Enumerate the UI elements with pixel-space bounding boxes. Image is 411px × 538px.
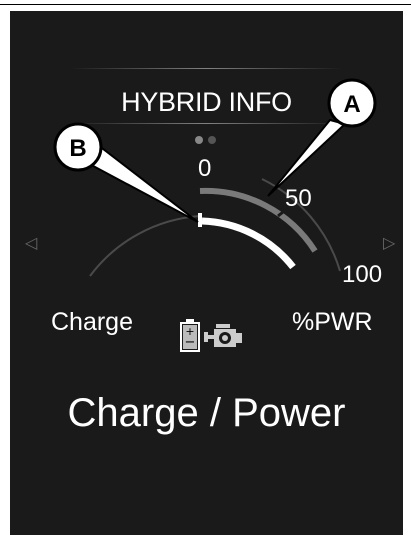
- callout-overlay: A B: [53, 78, 377, 223]
- callout-a-pointer: [267, 118, 348, 197]
- callout-b-label: B: [69, 135, 86, 162]
- callout-a-label: A: [343, 91, 360, 118]
